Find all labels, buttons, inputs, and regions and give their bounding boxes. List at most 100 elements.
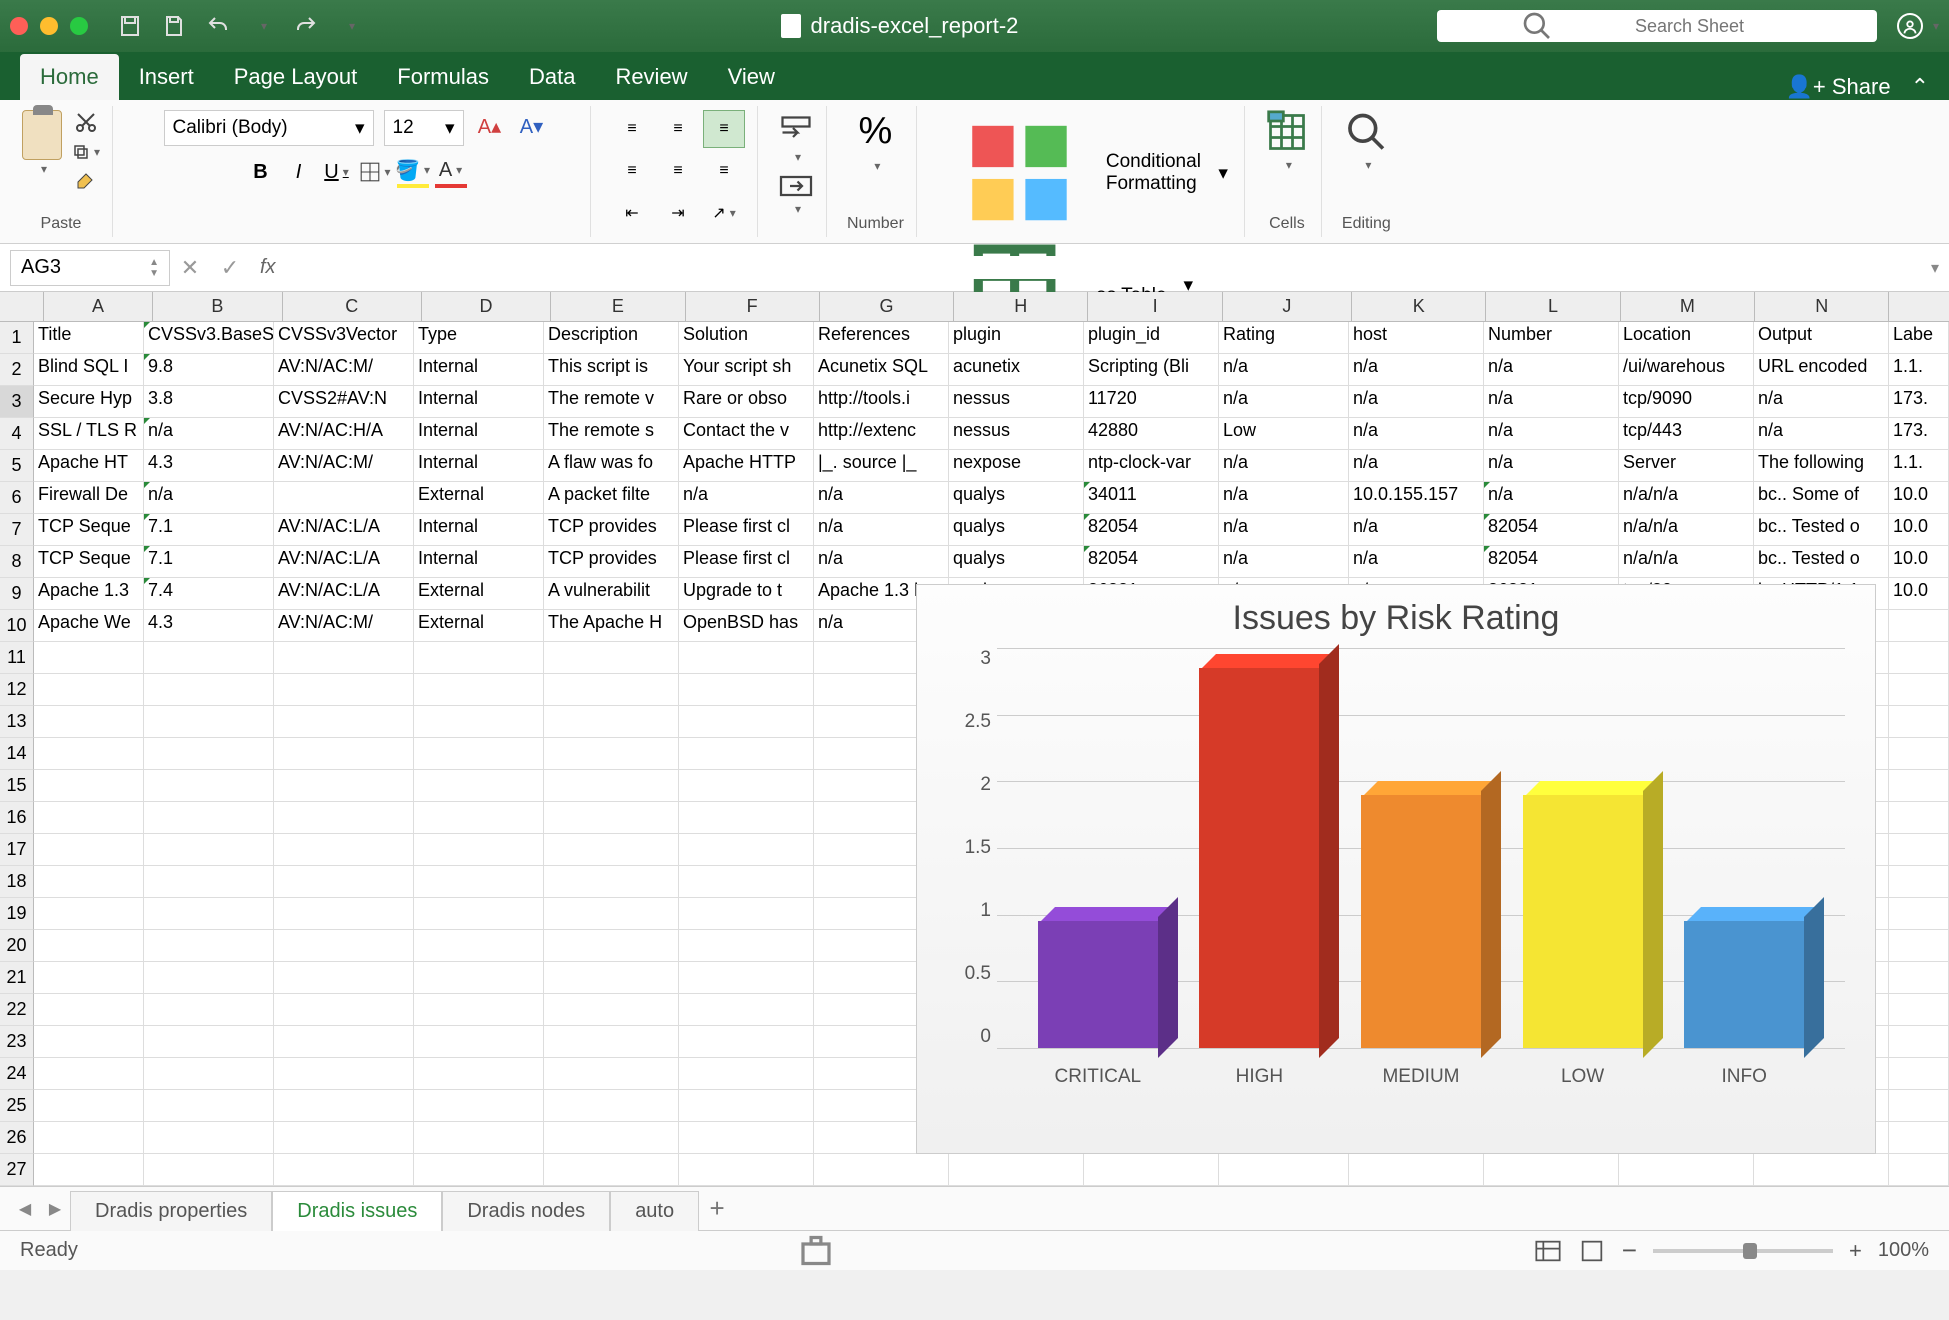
- zoom-slider[interactable]: [1653, 1249, 1833, 1253]
- align-left-button[interactable]: ≡: [611, 152, 653, 190]
- cell[interactable]: [544, 1090, 679, 1122]
- cell[interactable]: 1.1.: [1889, 450, 1949, 482]
- cell[interactable]: References: [814, 322, 949, 354]
- cell[interactable]: [544, 770, 679, 802]
- sheet-nav-prev[interactable]: ◀: [10, 1194, 40, 1224]
- cell[interactable]: [144, 706, 274, 738]
- cancel-formula-button[interactable]: ✕: [170, 255, 210, 281]
- cell[interactable]: [679, 738, 814, 770]
- cell[interactable]: [34, 1090, 144, 1122]
- cell[interactable]: 7.4: [144, 578, 274, 610]
- cell[interactable]: AV:N/AC:L/A: [274, 514, 414, 546]
- cell[interactable]: n/a: [814, 482, 949, 514]
- cell[interactable]: |_. source |_: [814, 450, 949, 482]
- cell[interactable]: [274, 802, 414, 834]
- cell[interactable]: n/a: [1219, 546, 1349, 578]
- formula-input[interactable]: [286, 256, 1931, 279]
- cell[interactable]: n/a: [1219, 386, 1349, 418]
- cell[interactable]: Internal: [414, 354, 544, 386]
- cell[interactable]: [274, 930, 414, 962]
- cell[interactable]: [414, 1154, 544, 1186]
- minimize-window[interactable]: [40, 17, 58, 35]
- row-header-16[interactable]: 16: [0, 802, 34, 834]
- cell[interactable]: Internal: [414, 514, 544, 546]
- bar-high[interactable]: [1199, 668, 1319, 1048]
- cell[interactable]: n/a: [1349, 418, 1484, 450]
- cell[interactable]: Rating: [1219, 322, 1349, 354]
- cell[interactable]: [274, 994, 414, 1026]
- cell[interactable]: n/a: [1349, 514, 1484, 546]
- cell[interactable]: [544, 738, 679, 770]
- qat-customize[interactable]: [338, 14, 362, 38]
- cell[interactable]: 173.: [1889, 418, 1949, 450]
- cell[interactable]: bc.. Some of: [1754, 482, 1889, 514]
- col-header-M[interactable]: M: [1621, 292, 1755, 321]
- cell[interactable]: Your script sh: [679, 354, 814, 386]
- cell[interactable]: Title: [34, 322, 144, 354]
- conditional-formatting-button[interactable]: Conditional Formatting▾: [937, 110, 1232, 236]
- cell[interactable]: acunetix: [949, 354, 1084, 386]
- cell[interactable]: bc.. Tested o: [1754, 546, 1889, 578]
- cell[interactable]: [1889, 898, 1949, 930]
- cell[interactable]: tcp/9090: [1619, 386, 1754, 418]
- row-header-22[interactable]: 22: [0, 994, 34, 1026]
- cell[interactable]: TCP provides: [544, 514, 679, 546]
- cell[interactable]: [544, 706, 679, 738]
- cell[interactable]: [34, 1058, 144, 1090]
- align-middle-button[interactable]: ≡: [657, 110, 699, 148]
- cell[interactable]: [679, 834, 814, 866]
- cell[interactable]: [679, 674, 814, 706]
- bar-medium[interactable]: [1361, 795, 1481, 1048]
- cell[interactable]: [544, 1154, 679, 1186]
- cell[interactable]: [274, 770, 414, 802]
- cell[interactable]: [1349, 1154, 1484, 1186]
- sheet-tab-dradis-properties[interactable]: Dradis properties: [70, 1191, 272, 1231]
- align-center-button[interactable]: ≡: [657, 152, 699, 190]
- col-header-L[interactable]: L: [1486, 292, 1620, 321]
- cell[interactable]: 10.0: [1889, 546, 1949, 578]
- cell[interactable]: [414, 930, 544, 962]
- cell[interactable]: Rare or obso: [679, 386, 814, 418]
- cell[interactable]: [1889, 834, 1949, 866]
- zoom-level[interactable]: 100%: [1878, 1239, 1929, 1262]
- cell[interactable]: Apache We: [34, 610, 144, 642]
- row-header-7[interactable]: 7: [0, 514, 34, 546]
- cell[interactable]: 10.0: [1889, 482, 1949, 514]
- row-header-20[interactable]: 20: [0, 930, 34, 962]
- cell[interactable]: [144, 1090, 274, 1122]
- cell[interactable]: External: [414, 610, 544, 642]
- cell[interactable]: [679, 1090, 814, 1122]
- cell[interactable]: [414, 1122, 544, 1154]
- cell[interactable]: [1889, 674, 1949, 706]
- align-top-button[interactable]: ≡: [611, 110, 653, 148]
- cell[interactable]: n/a: [1219, 354, 1349, 386]
- row-header-4[interactable]: 4: [0, 418, 34, 450]
- cell[interactable]: TCP Seque: [34, 514, 144, 546]
- cell[interactable]: ntp-clock-var: [1084, 450, 1219, 482]
- cell[interactable]: nessus: [949, 386, 1084, 418]
- cell[interactable]: [34, 802, 144, 834]
- cell[interactable]: [144, 802, 274, 834]
- cell[interactable]: n/a: [1219, 450, 1349, 482]
- col-header-E[interactable]: E: [551, 292, 685, 321]
- align-bottom-button[interactable]: ≡: [703, 110, 745, 148]
- cell[interactable]: n/a: [1349, 450, 1484, 482]
- cell[interactable]: [34, 738, 144, 770]
- cell[interactable]: [34, 1154, 144, 1186]
- cell[interactable]: [274, 834, 414, 866]
- cell[interactable]: Scripting (Bli: [1084, 354, 1219, 386]
- cell[interactable]: [1889, 706, 1949, 738]
- cell[interactable]: 82054: [1084, 546, 1219, 578]
- cell[interactable]: [34, 1026, 144, 1058]
- cell[interactable]: [544, 866, 679, 898]
- merge-button[interactable]: [778, 174, 814, 216]
- cell[interactable]: qualys: [949, 482, 1084, 514]
- cell[interactable]: [274, 642, 414, 674]
- page-layout-view-button[interactable]: [1578, 1239, 1606, 1263]
- row-header-13[interactable]: 13: [0, 706, 34, 738]
- cell[interactable]: AV:N/AC:L/A: [274, 578, 414, 610]
- cell[interactable]: 3.8: [144, 386, 274, 418]
- cell[interactable]: /ui/warehous: [1619, 354, 1754, 386]
- cell[interactable]: http://extenc: [814, 418, 949, 450]
- cell[interactable]: A flaw was fo: [544, 450, 679, 482]
